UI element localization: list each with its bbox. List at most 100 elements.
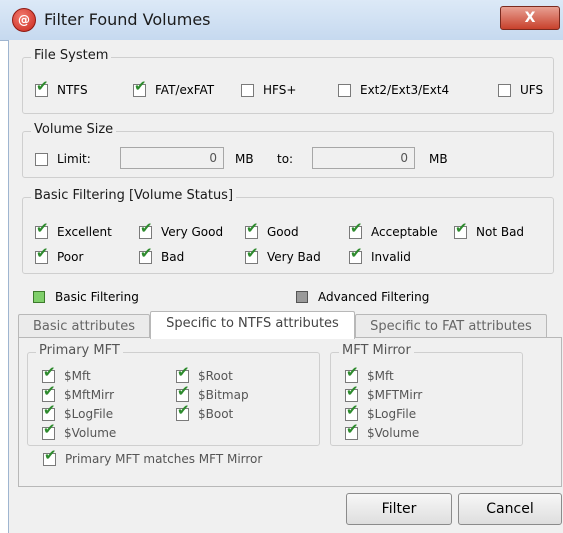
limit-from-input[interactable]: 0 [120, 147, 224, 169]
dialog-window: @ Filter Found Volumes X File System ✔ N… [0, 0, 563, 533]
volume-status-group: Basic Filtering [Volume Status] ✔ Excelle… [22, 188, 554, 274]
checkbox-label: Very Bad [267, 250, 321, 264]
file-system-title: File System [31, 48, 112, 63]
checkbox-label: Bad [161, 250, 185, 264]
checkmark-icon: ✔ [350, 243, 363, 262]
checkbox-label: Very Good [161, 225, 224, 239]
checkmark-icon: ✔ [177, 381, 190, 400]
filter-button[interactable]: Filter [346, 493, 452, 525]
checkbox-primary-boot[interactable]: ✔ $Boot [176, 402, 234, 421]
title-bar[interactable]: @ Filter Found Volumes X [0, 0, 563, 41]
volume-size-title: Volume Size [31, 122, 117, 137]
volume-status-title: Basic Filtering [Volume Status] [31, 188, 237, 203]
checkbox-label: $MFTMirr [367, 388, 423, 402]
checkmark-icon: ✔ [43, 419, 56, 438]
checkbox-label: Invalid [371, 250, 411, 264]
volume-size-group: Volume Size Limit: 0 MB to: 0 MB [22, 122, 554, 178]
basic-filtering-option[interactable]: Basic Filtering [33, 290, 139, 304]
checkbox-mirror-logfile[interactable]: ✔ $LogFile [345, 402, 417, 421]
limit-to-input[interactable]: 0 [312, 147, 415, 169]
checkbox-label: $Boot [198, 407, 234, 421]
checkbox-label: Ext2/Ext3/Ext4 [360, 83, 450, 97]
mft-mirror-title: MFT Mirror [339, 343, 414, 358]
checkmark-icon: ✔ [177, 400, 190, 419]
checkbox-bad[interactable]: ✔ Bad [139, 245, 185, 264]
checkbox-primary-mftmirr[interactable]: ✔ $MftMirr [42, 383, 114, 402]
mft-mirror-group: MFT Mirror ✔ $Mft ✔ $MFTMirr ✔ $LogFile ✔ $V… [330, 343, 523, 446]
checkbox-primary-bitmap[interactable]: ✔ $Bitmap [176, 383, 249, 402]
checkmark-icon: ✔ [36, 218, 49, 237]
primary-mft-group: Primary MFT ✔ $Mft ✔ $MftMirr ✔ $LogFile ✔ $… [27, 343, 320, 446]
checkbox-very-good[interactable]: ✔ Very Good [139, 220, 224, 239]
limit-label: Limit: [57, 152, 91, 166]
checkmark-icon: ✔ [134, 76, 147, 95]
checkmark-icon: ✔ [36, 76, 49, 95]
checkbox-very-bad[interactable]: ✔ Very Bad [245, 245, 321, 264]
checkmark-icon: ✔ [44, 445, 57, 464]
checkbox-primary-logfile[interactable]: ✔ $LogFile [42, 402, 113, 421]
checkbox-label: $LogFile [367, 407, 417, 421]
checkbox-primary-root[interactable]: ✔ $Root [176, 364, 233, 383]
tab-basic-attributes[interactable]: Basic attributes [18, 314, 150, 339]
checkmark-icon: ✔ [346, 381, 359, 400]
checkbox-label: NTFS [57, 83, 88, 97]
cancel-button[interactable]: Cancel [458, 493, 562, 525]
checkbox-label: $Volume [367, 426, 420, 440]
checkbox-primary-volume[interactable]: ✔ $Volume [42, 421, 117, 440]
checkbox-label: HFS+ [263, 83, 297, 97]
checkbox-good[interactable]: ✔ Good [245, 220, 299, 239]
to-label: to: [277, 152, 294, 166]
window-title: Filter Found Volumes [44, 10, 211, 29]
ntfs-tab-panel: Primary MFT ✔ $Mft ✔ $MftMirr ✔ $LogFile ✔ $… [18, 337, 562, 487]
checkbox-primary-mft[interactable]: ✔ $Mft [42, 364, 91, 383]
checkbox-label: Excellent [57, 225, 112, 239]
checkbox-label: $Mft [367, 369, 394, 383]
close-button[interactable]: X [500, 6, 560, 30]
checkbox-excellent[interactable]: ✔ Excellent [35, 220, 112, 239]
checkbox-poor[interactable]: ✔ Poor [35, 245, 84, 264]
tab-fat-attributes[interactable]: Specific to FAT attributes [355, 314, 547, 339]
checkbox-label: Acceptable [371, 225, 438, 239]
checkbox-fat-exfat[interactable]: ✔ FAT/exFAT [133, 78, 215, 97]
checkbox-label: $Bitmap [198, 388, 249, 402]
basic-filtering-label: Basic Filtering [55, 290, 139, 304]
checkbox-acceptable[interactable]: ✔ Acceptable [349, 220, 438, 239]
checkbox-limit[interactable]: Limit: [35, 152, 91, 166]
primary-mft-title: Primary MFT [36, 343, 123, 358]
checkmark-icon: ✔ [177, 362, 190, 381]
to-unit: MB [429, 152, 448, 166]
checkbox-hfs[interactable]: HFS+ [241, 83, 296, 97]
checkmark-icon: ✔ [140, 243, 153, 262]
checkbox-ntfs[interactable]: ✔ NTFS [35, 78, 88, 97]
checkbox-mirror-volume[interactable]: ✔ $Volume [345, 421, 420, 440]
checkmark-icon: ✔ [43, 400, 56, 419]
checkmark-icon: ✔ [43, 381, 56, 400]
checkbox-label: Not Bad [476, 225, 525, 239]
checkbox-label: FAT/exFAT [155, 83, 215, 97]
checkbox-label: Primary MFT matches MFT Mirror [65, 452, 263, 466]
checkbox-invalid[interactable]: ✔ Invalid [349, 245, 411, 264]
checkbox-label: $Volume [64, 426, 117, 440]
checkmark-icon: ✔ [455, 218, 468, 237]
checkmark-icon: ✔ [246, 243, 259, 262]
checkbox-label: $Root [198, 369, 233, 383]
checkmark-icon: ✔ [140, 218, 153, 237]
selected-indicator-icon [33, 291, 45, 303]
checkbox-mirror-mft[interactable]: ✔ $Mft [345, 364, 394, 383]
checkbox-mirror-mftmirr[interactable]: ✔ $MFTMirr [345, 383, 423, 402]
checkmark-icon: ✔ [346, 362, 359, 381]
app-logo-icon: @ [12, 8, 36, 32]
checkbox-label: Good [267, 225, 299, 239]
checkbox-not-bad[interactable]: ✔ Not Bad [454, 220, 525, 239]
advanced-filtering-option[interactable]: Advanced Filtering [296, 290, 429, 304]
tab-ntfs-attributes[interactable]: Specific to NTFS attributes [150, 311, 355, 339]
checkbox-ufs[interactable]: UFS [498, 83, 543, 97]
advanced-filtering-label: Advanced Filtering [318, 290, 430, 304]
checkbox-ext[interactable]: Ext2/Ext3/Ext4 [338, 83, 449, 97]
checkmark-icon: ✔ [246, 218, 259, 237]
checkmark-icon: ✔ [43, 362, 56, 381]
checkmark-icon: ✔ [346, 400, 359, 419]
checkbox-label: Poor [57, 250, 84, 264]
checkbox-label: UFS [520, 83, 544, 97]
checkbox-mft-match[interactable]: ✔ Primary MFT matches MFT Mirror [43, 447, 263, 466]
